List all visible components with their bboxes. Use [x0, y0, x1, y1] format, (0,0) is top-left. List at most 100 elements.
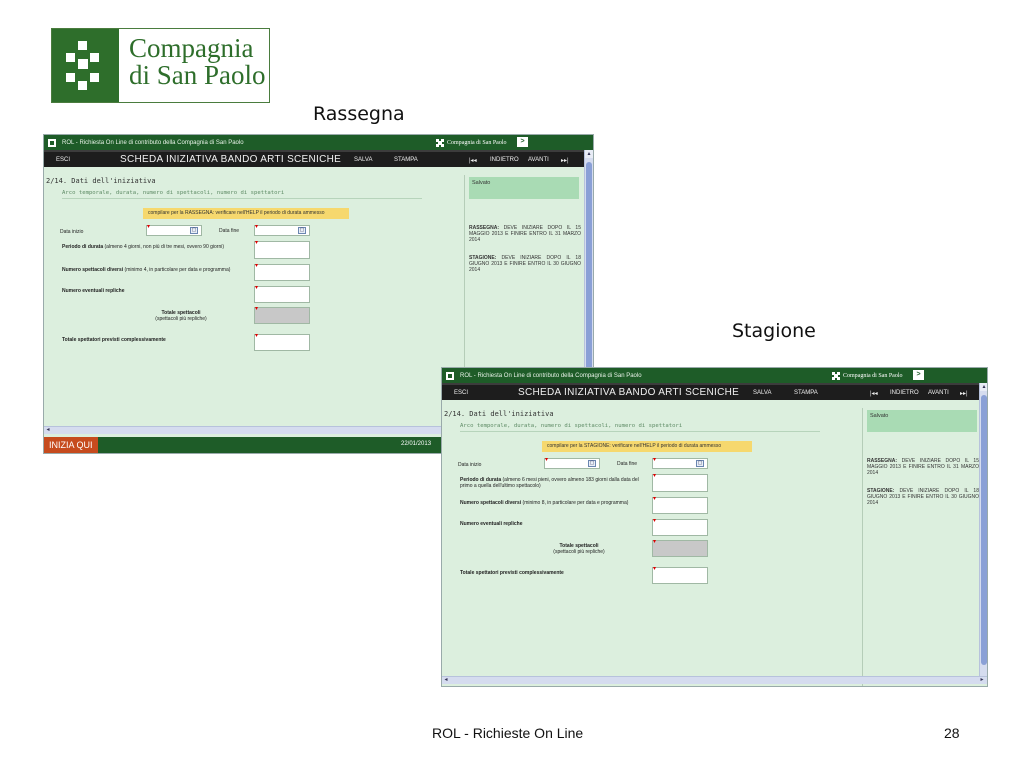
numero-spettacoli-label: Numero spettacoli diversi (minimo 8, in …	[460, 500, 629, 506]
totale-output: ▾	[254, 306, 310, 324]
vertical-scrollbar[interactable]: ▴	[979, 383, 987, 679]
data-inizio-input[interactable]: ▾ ▢	[544, 457, 600, 469]
calendar-icon[interactable]: ▢	[298, 227, 306, 234]
form-title: SCHEDA INIZIATIVA BANDO ARTI SCENICHE	[518, 387, 740, 398]
indietro-button[interactable]: INDIETRO	[490, 157, 519, 163]
titlebar-next-button[interactable]: >	[913, 370, 924, 380]
spettatori-input[interactable]: ▾	[652, 566, 708, 584]
label-rassegna: Rassegna	[313, 103, 405, 125]
periodo-label: Periodo di durata (almeno 6 mesi pieni, …	[460, 477, 639, 489]
page-number: 28	[944, 725, 960, 741]
footer-text: ROL - Richieste On Line	[432, 725, 584, 741]
required-marker: ▾	[255, 263, 259, 269]
required-marker: ▾	[545, 457, 549, 463]
window-title: ROL - Richiesta On Line di contributo de…	[62, 139, 244, 146]
brand-logo-icon	[832, 372, 840, 380]
section-subtitle: Arco temporale, durata, numero di spetta…	[62, 190, 285, 196]
scroll-left-icon[interactable]: ◂	[44, 427, 52, 434]
data-inizio-label: Data inizio	[60, 229, 84, 235]
rassegna-info: RASSEGNA: DEVE INIZIARE DOPO IL 15 MAGGI…	[867, 458, 979, 476]
esci-button[interactable]: ESCI	[454, 390, 468, 396]
help-note: compilare per la RASSEGNA: verificare ne…	[143, 208, 349, 219]
data-inizio-input[interactable]: ▾ ▢	[146, 224, 202, 236]
required-marker: ▾	[255, 285, 259, 291]
app-icon	[48, 138, 56, 147]
required-marker: ▾	[653, 457, 657, 463]
scroll-thumb[interactable]	[981, 395, 987, 665]
form-content: 2/14. Dati dell'iniziativa Arco temporal…	[442, 400, 859, 686]
scroll-up-icon[interactable]: ▴	[980, 383, 987, 391]
app-icon	[446, 371, 454, 380]
repliche-label: Numero eventuali repliche	[460, 521, 523, 527]
logo-checker-icon	[52, 29, 119, 102]
spettatori-label: Totale spettatori previsti complessivame…	[62, 337, 166, 343]
scroll-right-icon[interactable]: ▸	[978, 677, 986, 684]
calendar-icon[interactable]: ▢	[190, 227, 198, 234]
stampa-button[interactable]: STAMPA	[794, 390, 818, 396]
scroll-up-icon[interactable]: ▴	[585, 150, 593, 158]
status-date: 22/01/2013	[401, 441, 432, 447]
numero-spettacoli-label: Numero spettacoli diversi (minimo 4, in …	[62, 267, 231, 273]
first-page-button[interactable]: |◂◂	[870, 390, 878, 397]
avanti-button[interactable]: AVANTI	[928, 390, 949, 396]
window-title: ROL - Richiesta On Line di contributo de…	[460, 372, 642, 379]
logo-text: Compagnia di San Paolo	[129, 33, 266, 90]
numero-spettacoli-input[interactable]: ▾	[652, 496, 708, 514]
required-marker: ▾	[653, 518, 657, 524]
data-fine-input[interactable]: ▾ ▢	[652, 457, 708, 469]
avanti-button[interactable]: AVANTI	[528, 157, 549, 163]
required-marker: ▾	[255, 240, 259, 246]
numero-spettacoli-input[interactable]: ▾	[254, 263, 310, 281]
first-page-button[interactable]: |◂◂	[469, 157, 477, 164]
form-content: 2/14. Dati dell'iniziativa Arco temporal…	[44, 167, 459, 425]
section-subtitle: Arco temporale, durata, numero di spetta…	[460, 423, 683, 429]
esci-button[interactable]: ESCI	[56, 157, 70, 163]
data-inizio-label: Data inizio	[458, 462, 482, 468]
stagione-info: STAGIONE: DEVE INIZIARE DOPO IL 18 GIUGN…	[867, 488, 979, 506]
calendar-icon[interactable]: ▢	[588, 460, 596, 467]
data-fine-label: Data fine	[617, 461, 638, 467]
titlebar-next-button[interactable]: >	[517, 137, 528, 147]
last-page-button[interactable]: ▸▸|	[960, 390, 968, 397]
required-marker: ▾	[653, 473, 657, 479]
data-fine-label: Data fine	[219, 228, 240, 234]
totale-sublabel: (spettacoli più repliche)	[155, 316, 207, 322]
required-marker: ▾	[255, 306, 259, 312]
scroll-left-icon[interactable]: ◂	[442, 677, 450, 684]
stampa-button[interactable]: STAMPA	[394, 157, 418, 163]
required-marker: ▾	[255, 333, 259, 339]
periodo-label: Periodo di durata (almeno 4 giorni, non …	[62, 244, 225, 250]
spettatori-label: Totale spettatori previsti complessivame…	[460, 570, 564, 576]
brand-logo-icon	[436, 139, 444, 147]
repliche-input[interactable]: ▾	[254, 285, 310, 303]
inizia-qui-button[interactable]: INIZIA QUI	[44, 437, 98, 453]
calendar-icon[interactable]: ▢	[696, 460, 704, 467]
rassegna-info: RASSEGNA: DEVE INIZIARE DOPO IL 15 MAGGI…	[469, 225, 581, 243]
saved-status: Salvato	[469, 177, 579, 199]
salva-button[interactable]: SALVA	[354, 157, 372, 163]
compagnia-logo: Compagnia di San Paolo	[51, 28, 270, 103]
repliche-label: Numero eventuali repliche	[62, 288, 125, 294]
spettatori-input[interactable]: ▾	[254, 333, 310, 351]
form-title: SCHEDA INIZIATIVA BANDO ARTI SCENICHE	[120, 154, 342, 165]
window-titlebar: ROL - Richiesta On Line di contributo de…	[44, 135, 593, 150]
periodo-input[interactable]: ▾	[254, 240, 310, 259]
help-note: compilare per la STAGIONE: verificare ne…	[542, 441, 752, 452]
section-title: 2/14. Dati dell'iniziativa	[46, 177, 156, 185]
periodo-input[interactable]: ▾	[652, 473, 708, 492]
saved-status: Salvato	[867, 410, 977, 432]
section-divider	[460, 431, 820, 432]
required-marker: ▾	[653, 496, 657, 502]
horizontal-scrollbar[interactable]: ◂	[44, 426, 459, 434]
help-sidepanel: Salvato RASSEGNA: DEVE INIZIARE DOPO IL …	[862, 408, 980, 686]
repliche-input[interactable]: ▾	[652, 518, 708, 536]
label-stagione: Stagione	[732, 320, 816, 342]
section-divider	[62, 198, 422, 199]
data-fine-input[interactable]: ▾ ▢	[254, 224, 310, 236]
last-page-button[interactable]: ▸▸|	[561, 157, 569, 164]
horizontal-scrollbar[interactable]: ◂ ▸	[442, 676, 987, 684]
totale-output: ▾	[652, 539, 708, 557]
salva-button[interactable]: SALVA	[753, 390, 771, 396]
indietro-button[interactable]: INDIETRO	[890, 390, 919, 396]
brand-label: Compagnia di San Paolo	[832, 372, 903, 380]
